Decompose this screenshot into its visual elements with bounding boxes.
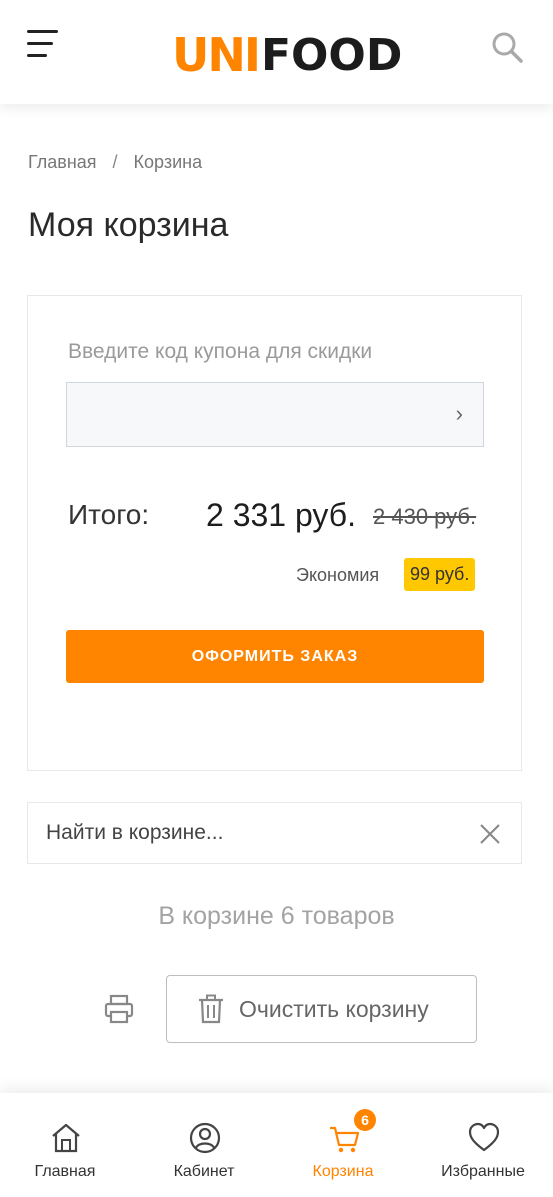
coupon-input[interactable] [67,383,427,446]
trash-icon [199,994,223,1024]
total-label: Итого: [68,499,150,530]
search-icon[interactable] [490,30,524,64]
chevron-right-icon[interactable]: › [456,401,463,427]
nav-label-favorites: Избранные [441,1163,525,1180]
logo-uni-text: UNI [172,28,261,82]
logo[interactable]: UNI FOOD [172,22,402,78]
cart-search-box [27,802,522,864]
coupon-label: Введите код купона для скидки [68,340,373,363]
coupon-field: › [66,382,484,447]
top-header: UNI FOOD [0,0,553,104]
nav-item-home[interactable]: Главная [5,1093,125,1193]
page-title: Моя корзина [28,206,229,244]
breadcrumb-current: Корзина [133,152,203,172]
order-summary-card: Введите код купона для скидки › Итого: 2… [27,295,522,771]
savings-label: Экономия [296,565,380,585]
home-icon [52,1123,80,1153]
breadcrumb: Главная / Корзина [28,152,202,173]
total-price: 2 331 руб. [206,497,356,533]
clear-cart-button[interactable]: Очистить корзину [166,975,477,1043]
nav-label-cart: Корзина [312,1163,374,1180]
cart-items-count: В корзине 6 товаров [158,902,395,930]
user-circle-icon [189,1122,221,1154]
nav-item-favorites[interactable]: Избранные [423,1093,543,1193]
hamburger-menu-icon[interactable] [27,30,59,60]
breadcrumb-separator: / [112,152,118,172]
breadcrumb-home-link[interactable]: Главная [28,152,97,173]
nav-label-cabinet: Кабинет [173,1163,235,1180]
nav-item-cart[interactable]: 6 Корзина [283,1093,403,1193]
nav-label-home: Главная [34,1163,96,1180]
bottom-navigation: Главная Кабинет 6 Корзина Избранные [0,1093,553,1197]
nav-item-cabinet[interactable]: Кабинет [144,1093,264,1193]
logo-food-text: FOOD [260,30,403,81]
printer-icon[interactable] [103,993,135,1025]
checkout-button[interactable]: ОФОРМИТЬ ЗАКАЗ [66,630,484,683]
close-icon[interactable] [479,823,501,845]
cart-count-badge: 6 [354,1109,376,1131]
heart-icon [468,1122,500,1152]
cart-search-input[interactable] [28,803,448,863]
clear-cart-label: Очистить корзину [239,995,429,1022]
savings-badge: 99 руб. [404,558,476,591]
old-price: 2 430 руб. [373,504,477,529]
